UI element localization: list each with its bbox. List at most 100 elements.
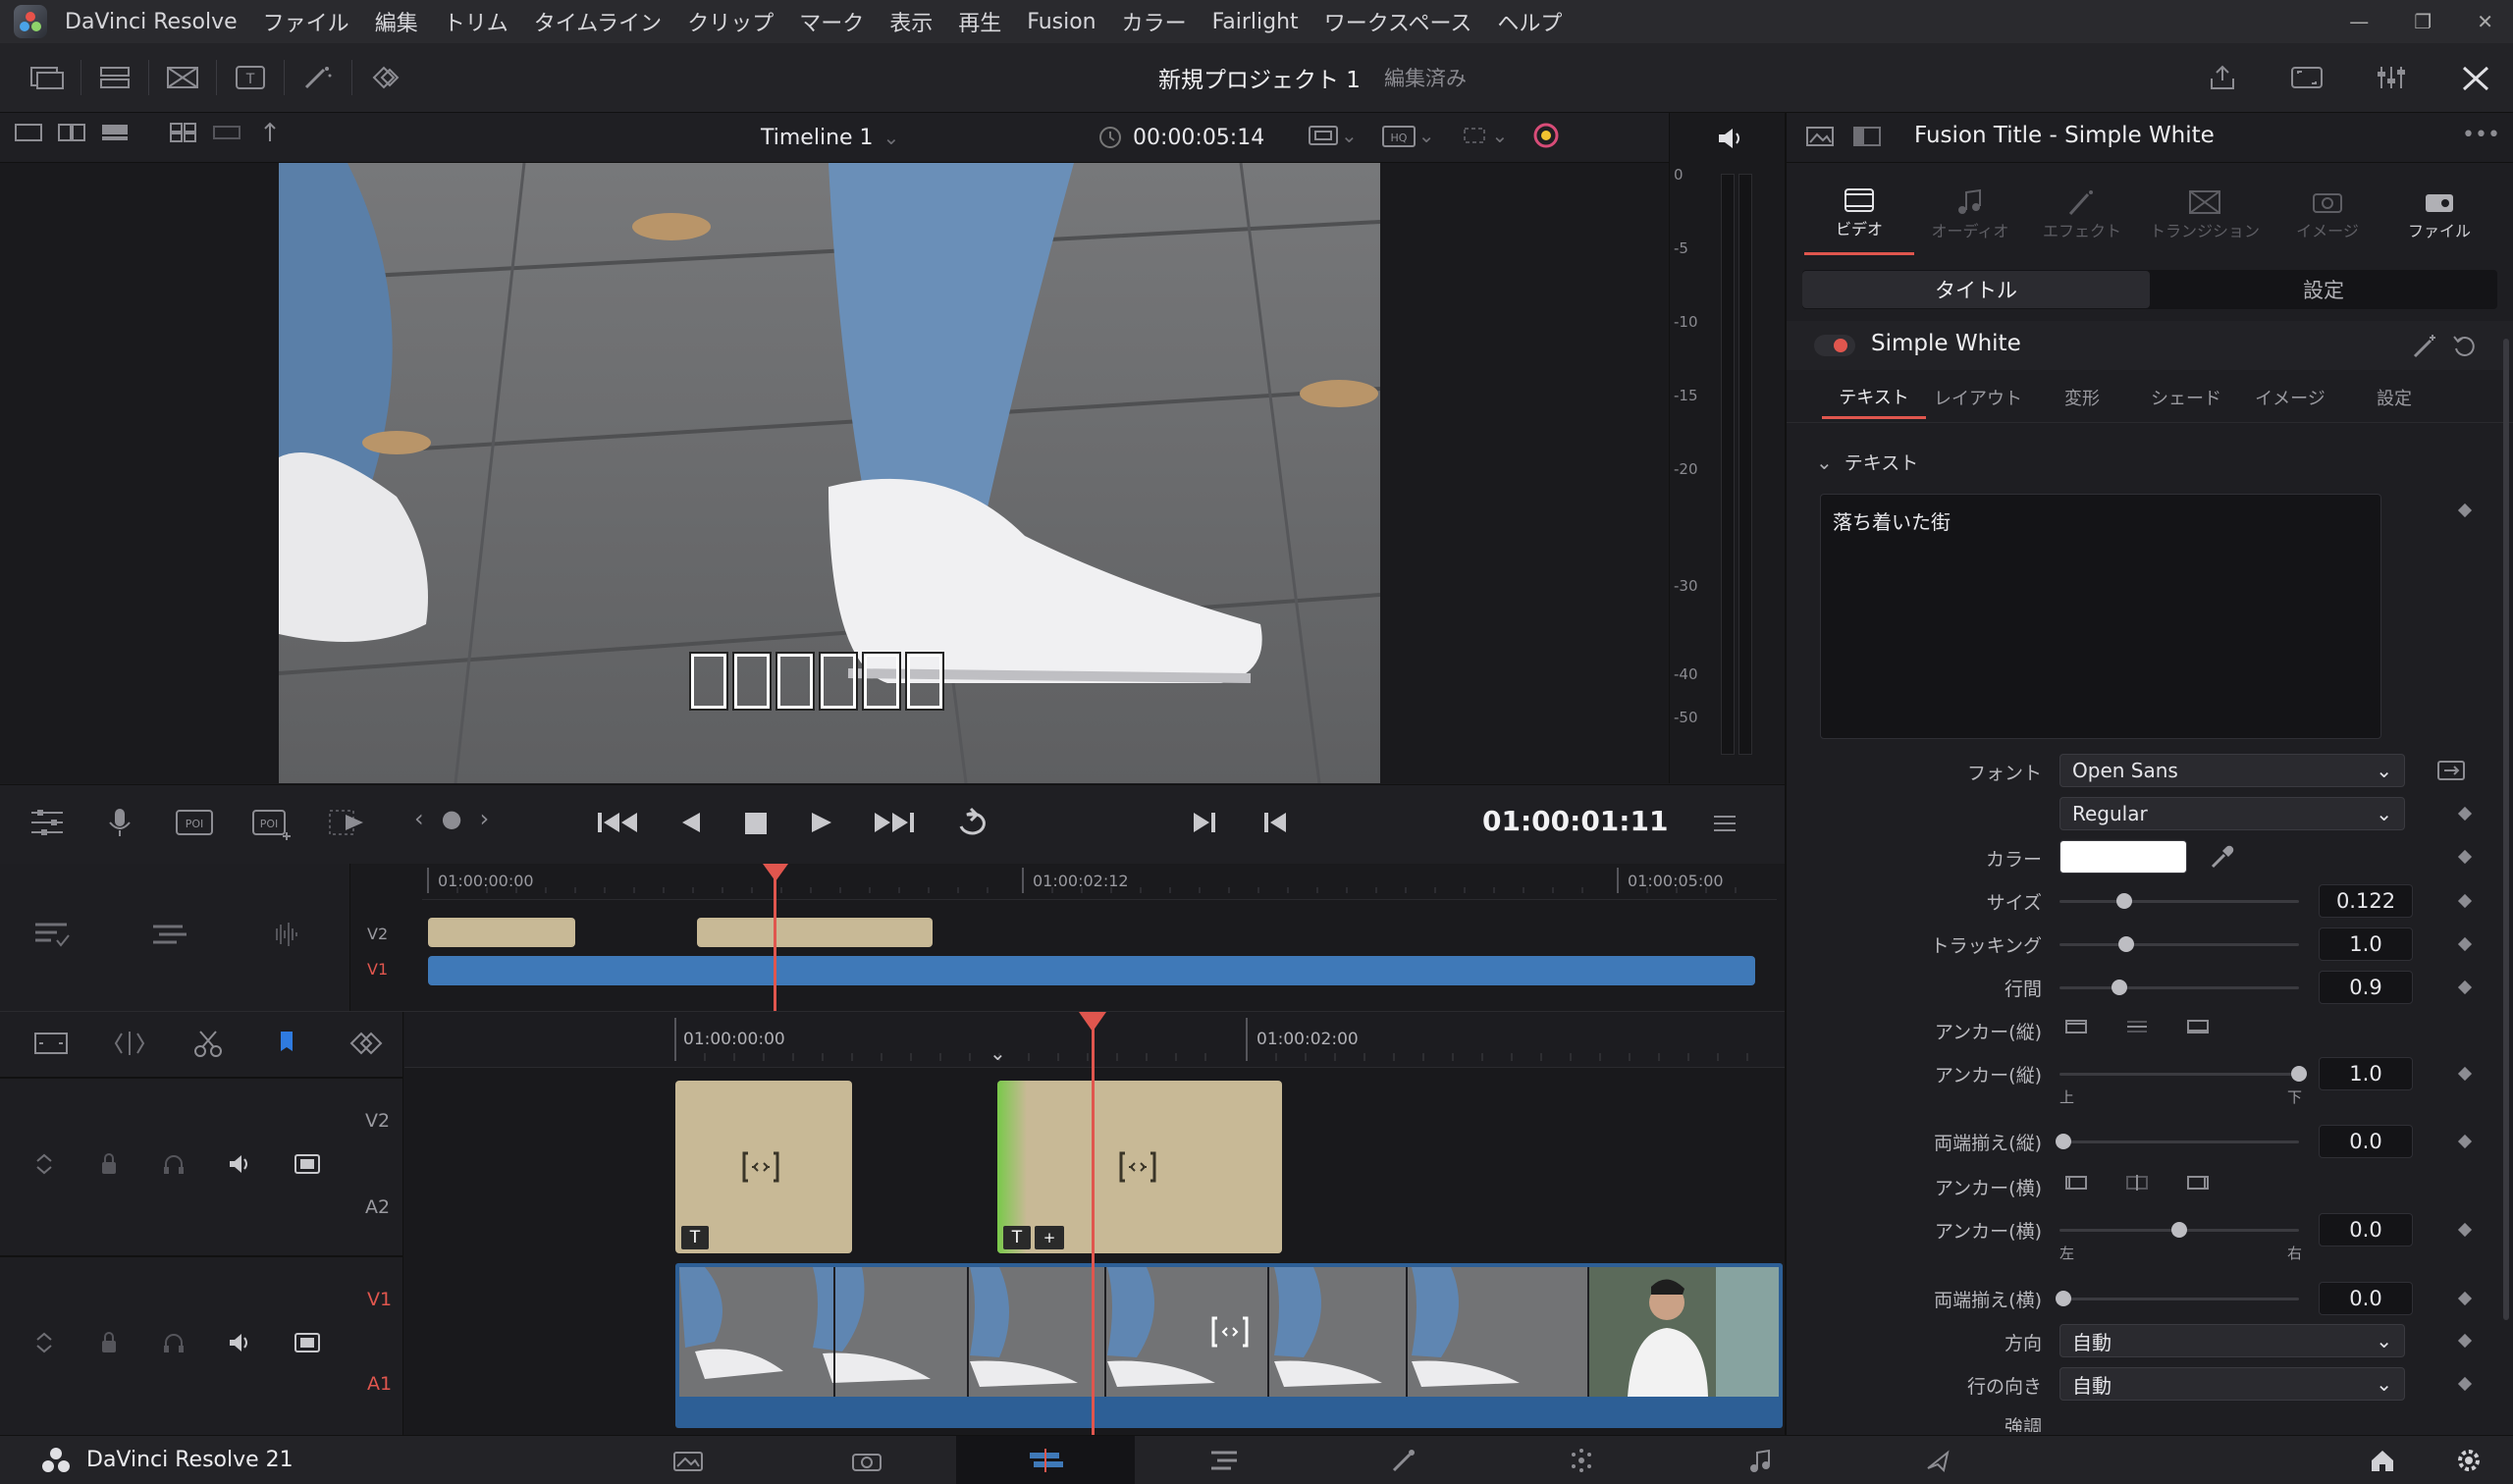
justify-v-slider[interactable]: [2056, 1134, 2299, 1149]
playhead[interactable]: [1092, 1012, 1095, 1436]
track-enable-icon[interactable]: [293, 1149, 322, 1179]
flag-marker-icon[interactable]: [267, 1028, 306, 1059]
mini-playhead[interactable]: [774, 864, 776, 1011]
menu-file[interactable]: ファイル: [263, 6, 349, 37]
mark-in-icon[interactable]: [1258, 803, 1292, 842]
page-color-icon[interactable]: [1313, 1436, 1492, 1484]
section-tab-transform[interactable]: 変形: [2030, 376, 2134, 419]
anchor-v2-input[interactable]: 1.0: [2319, 1057, 2413, 1090]
keyframe-line-icon[interactable]: [2457, 980, 2473, 995]
go-to-end-icon[interactable]: [869, 803, 918, 842]
sync-bin-icon[interactable]: [87, 53, 142, 102]
overlay-tool-icon[interactable]: ⌄: [1457, 121, 1508, 150]
layout-dual-icon[interactable]: [57, 121, 86, 144]
maximize-icon[interactable]: ❐: [2414, 10, 2432, 33]
chevron-down-icon[interactable]: ⌄: [883, 126, 900, 149]
timeline-options-icon[interactable]: [31, 919, 71, 950]
fullscreen-icon[interactable]: [2279, 53, 2334, 102]
stop-icon[interactable]: [739, 803, 773, 842]
go-to-start-icon[interactable]: [594, 803, 643, 842]
edit-point-icon[interactable]: ●: [442, 805, 462, 832]
track-enable-icon[interactable]: [293, 1328, 322, 1357]
keyframe-text-icon[interactable]: [2457, 503, 2473, 518]
size-input[interactable]: 0.122: [2319, 884, 2413, 918]
page-edit-icon[interactable]: [956, 1436, 1135, 1484]
mute-speaker-icon[interactable]: [226, 1149, 253, 1179]
detail-zoom-icon[interactable]: [149, 919, 188, 950]
tracking-slider-knob[interactable]: [2118, 936, 2135, 952]
minimize-icon[interactable]: —: [2349, 10, 2369, 33]
keyframe-size-icon[interactable]: [2457, 893, 2473, 909]
speaker-icon[interactable]: [1715, 125, 1746, 152]
menu-clip[interactable]: クリップ: [687, 6, 774, 37]
line-spacing-input[interactable]: 0.9: [2319, 971, 2413, 1004]
titles-icon[interactable]: T: [223, 53, 278, 102]
menu-help[interactable]: ヘルプ: [1497, 6, 1562, 37]
menu-color[interactable]: カラー: [1122, 6, 1187, 37]
inspector-split-icon[interactable]: [1851, 123, 1883, 150]
color-scope-icon[interactable]: [1529, 121, 1563, 150]
justify-h-slider[interactable]: [2056, 1291, 2299, 1306]
align-right-icon[interactable]: [2185, 1172, 2211, 1193]
eyedropper-icon[interactable]: [2207, 843, 2236, 873]
audio-waveform-icon[interactable]: [267, 919, 306, 950]
lock-icon[interactable]: [96, 1149, 122, 1179]
align-center-icon[interactable]: [2124, 1172, 2150, 1193]
anchor-v2-slider-knob[interactable]: [2291, 1066, 2307, 1082]
keyframe-icon[interactable]: [358, 53, 413, 102]
anchor-h2-input[interactable]: 0.0: [2319, 1213, 2413, 1246]
section-tab-layout[interactable]: レイアウト: [1926, 376, 2030, 419]
align-top-icon[interactable]: [2063, 1016, 2089, 1037]
keyframe-style-icon[interactable]: [2457, 806, 2473, 822]
transport-menu-icon[interactable]: [1708, 807, 1741, 840]
keyframe-anchor-v2-icon[interactable]: [2457, 1066, 2473, 1082]
video-clip-v1[interactable]: [675, 1263, 1783, 1428]
anchor-h2-slider-knob[interactable]: [2171, 1222, 2187, 1238]
transitions-icon[interactable]: [155, 53, 210, 102]
section-tab-shade[interactable]: シェード: [2134, 376, 2238, 419]
keyframe-tracking-icon[interactable]: [2457, 936, 2473, 952]
keyframe-anchor-h2-icon[interactable]: [2457, 1222, 2473, 1238]
mixer-icon[interactable]: [2364, 53, 2419, 102]
section-tab-settings[interactable]: 設定: [2342, 376, 2446, 419]
sort-icon[interactable]: [255, 121, 285, 144]
section-tab-image[interactable]: イメージ: [2238, 376, 2342, 419]
zoom-fit-icon[interactable]: ⌄: [1306, 121, 1358, 150]
keyframe-justify-h-icon[interactable]: [2457, 1291, 2473, 1306]
line-spacing-slider-knob[interactable]: [2112, 980, 2127, 995]
direction-dropdown[interactable]: 自動 ⌄: [2059, 1324, 2405, 1357]
title-clip-2[interactable]: T +: [997, 1081, 1282, 1253]
menu-timeline[interactable]: タイムライン: [534, 6, 662, 37]
selection-mode-icon[interactable]: [31, 1028, 71, 1059]
color-swatch[interactable]: [2059, 840, 2187, 874]
menu-edit[interactable]: 編集: [375, 6, 418, 37]
keyframe-toggle-icon[interactable]: [346, 1028, 389, 1059]
more-options-icon[interactable]: •••: [2462, 123, 2500, 147]
export-icon[interactable]: [2195, 53, 2250, 102]
page-fairlight-dots-icon[interactable]: [1492, 1436, 1671, 1484]
menu-trim[interactable]: トリム: [444, 6, 508, 37]
tracking-slider[interactable]: [2059, 936, 2299, 952]
layout-strip-icon[interactable]: [100, 121, 130, 144]
reset-icon[interactable]: [2450, 331, 2480, 360]
align-middle-icon[interactable]: [2124, 1016, 2150, 1037]
chevron-down-icon[interactable]: ⌄: [989, 1041, 1006, 1065]
effect-enable-toggle[interactable]: [1814, 335, 1855, 356]
keyframe-justify-v-icon[interactable]: [2457, 1134, 2473, 1149]
font-dropdown[interactable]: Open Sans ⌄: [2059, 754, 2405, 787]
title-overlay[interactable]: [691, 654, 942, 709]
page-audio-icon[interactable]: [1671, 1436, 1849, 1484]
voiceover-mic-icon[interactable]: [100, 803, 139, 842]
text-input[interactable]: 落ち着いた街: [1820, 494, 2381, 739]
app-logo-icon[interactable]: [14, 5, 47, 38]
grid-view-icon[interactable]: [169, 121, 198, 144]
play-selection-icon[interactable]: [326, 803, 369, 842]
size-slider[interactable]: [2059, 893, 2299, 909]
page-fusion-icon[interactable]: [1135, 1436, 1313, 1484]
play-reverse-icon[interactable]: [676, 803, 706, 842]
close-icon[interactable]: ✕: [2477, 10, 2493, 33]
auto-select-icon[interactable]: [31, 1328, 57, 1357]
tab-effects[interactable]: エフェクト: [2026, 174, 2138, 254]
auto-select-icon[interactable]: [31, 1149, 57, 1179]
loop-icon[interactable]: [951, 803, 994, 842]
